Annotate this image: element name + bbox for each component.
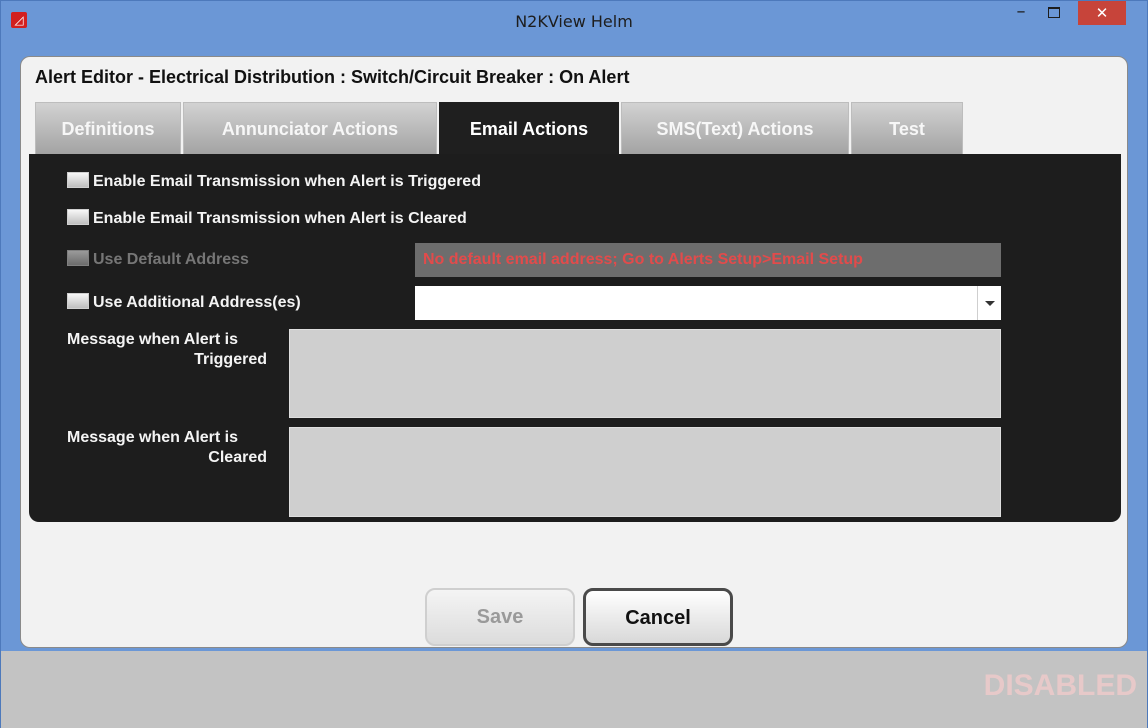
title-bar: ◿ N2KView Helm – ✕ xyxy=(1,1,1147,47)
tab-definitions[interactable]: Definitions xyxy=(35,102,181,154)
triggered-message-field[interactable] xyxy=(289,329,1001,418)
triggered-message-label-line1: Message when Alert is xyxy=(67,331,239,348)
email-actions-content: Enable Email Transmission when Alert is … xyxy=(29,154,1121,522)
additional-address-row[interactable]: Use Additional Address(es) xyxy=(67,293,301,312)
additional-address-combo[interactable] xyxy=(415,286,1001,320)
save-button[interactable]: Save xyxy=(425,588,575,646)
cleared-message-label-line2: Cleared xyxy=(208,449,267,466)
default-address-label: Use Default Address xyxy=(93,251,249,268)
email-cleared-row[interactable]: Enable Email Transmission when Alert is … xyxy=(67,209,467,228)
close-button[interactable]: ✕ xyxy=(1078,1,1126,25)
tab-sms-actions[interactable]: SMS(Text) Actions xyxy=(621,102,849,154)
triggered-message-label-line2: Triggered xyxy=(194,351,267,368)
email-triggered-row[interactable]: Enable Email Transmission when Alert is … xyxy=(67,172,481,191)
default-address-row: Use Default Address xyxy=(67,250,249,269)
alert-editor-panel: Alert Editor - Electrical Distribution :… xyxy=(20,56,1128,648)
email-cleared-checkbox[interactable] xyxy=(67,209,89,225)
additional-address-checkbox[interactable] xyxy=(67,293,89,309)
additional-address-label: Use Additional Address(es) xyxy=(93,294,301,311)
cleared-message-field[interactable] xyxy=(289,427,1001,517)
email-triggered-label: Enable Email Transmission when Alert is … xyxy=(93,173,481,190)
email-triggered-checkbox[interactable] xyxy=(67,172,89,188)
status-bar: DISABLED xyxy=(1,651,1147,728)
cleared-message-label-line1: Message when Alert is xyxy=(67,429,239,446)
email-cleared-label: Enable Email Transmission when Alert is … xyxy=(93,210,467,227)
default-address-checkbox xyxy=(67,250,89,266)
chevron-down-icon[interactable] xyxy=(977,286,1001,320)
status-disabled-text: DISABLED xyxy=(983,669,1137,702)
triggered-message-label: Message when Alert is Triggered xyxy=(67,330,267,370)
panel-title: Alert Editor - Electrical Distribution :… xyxy=(35,67,630,87)
default-address-warning: No default email address; Go to Alerts S… xyxy=(415,243,1001,277)
app-window: ◿ N2KView Helm – ✕ Alert Editor - Electr… xyxy=(0,0,1148,728)
maximize-button[interactable] xyxy=(1037,3,1071,25)
tab-email-actions[interactable]: Email Actions xyxy=(439,102,619,154)
cancel-button[interactable]: Cancel xyxy=(583,588,733,646)
tab-annunciator-actions[interactable]: Annunciator Actions xyxy=(183,102,437,154)
maximize-icon xyxy=(1048,7,1060,18)
cleared-message-label: Message when Alert is Cleared xyxy=(67,428,267,468)
tab-test[interactable]: Test xyxy=(851,102,963,154)
window-title: N2KView Helm xyxy=(515,12,633,31)
minimize-button[interactable]: – xyxy=(1007,1,1035,23)
